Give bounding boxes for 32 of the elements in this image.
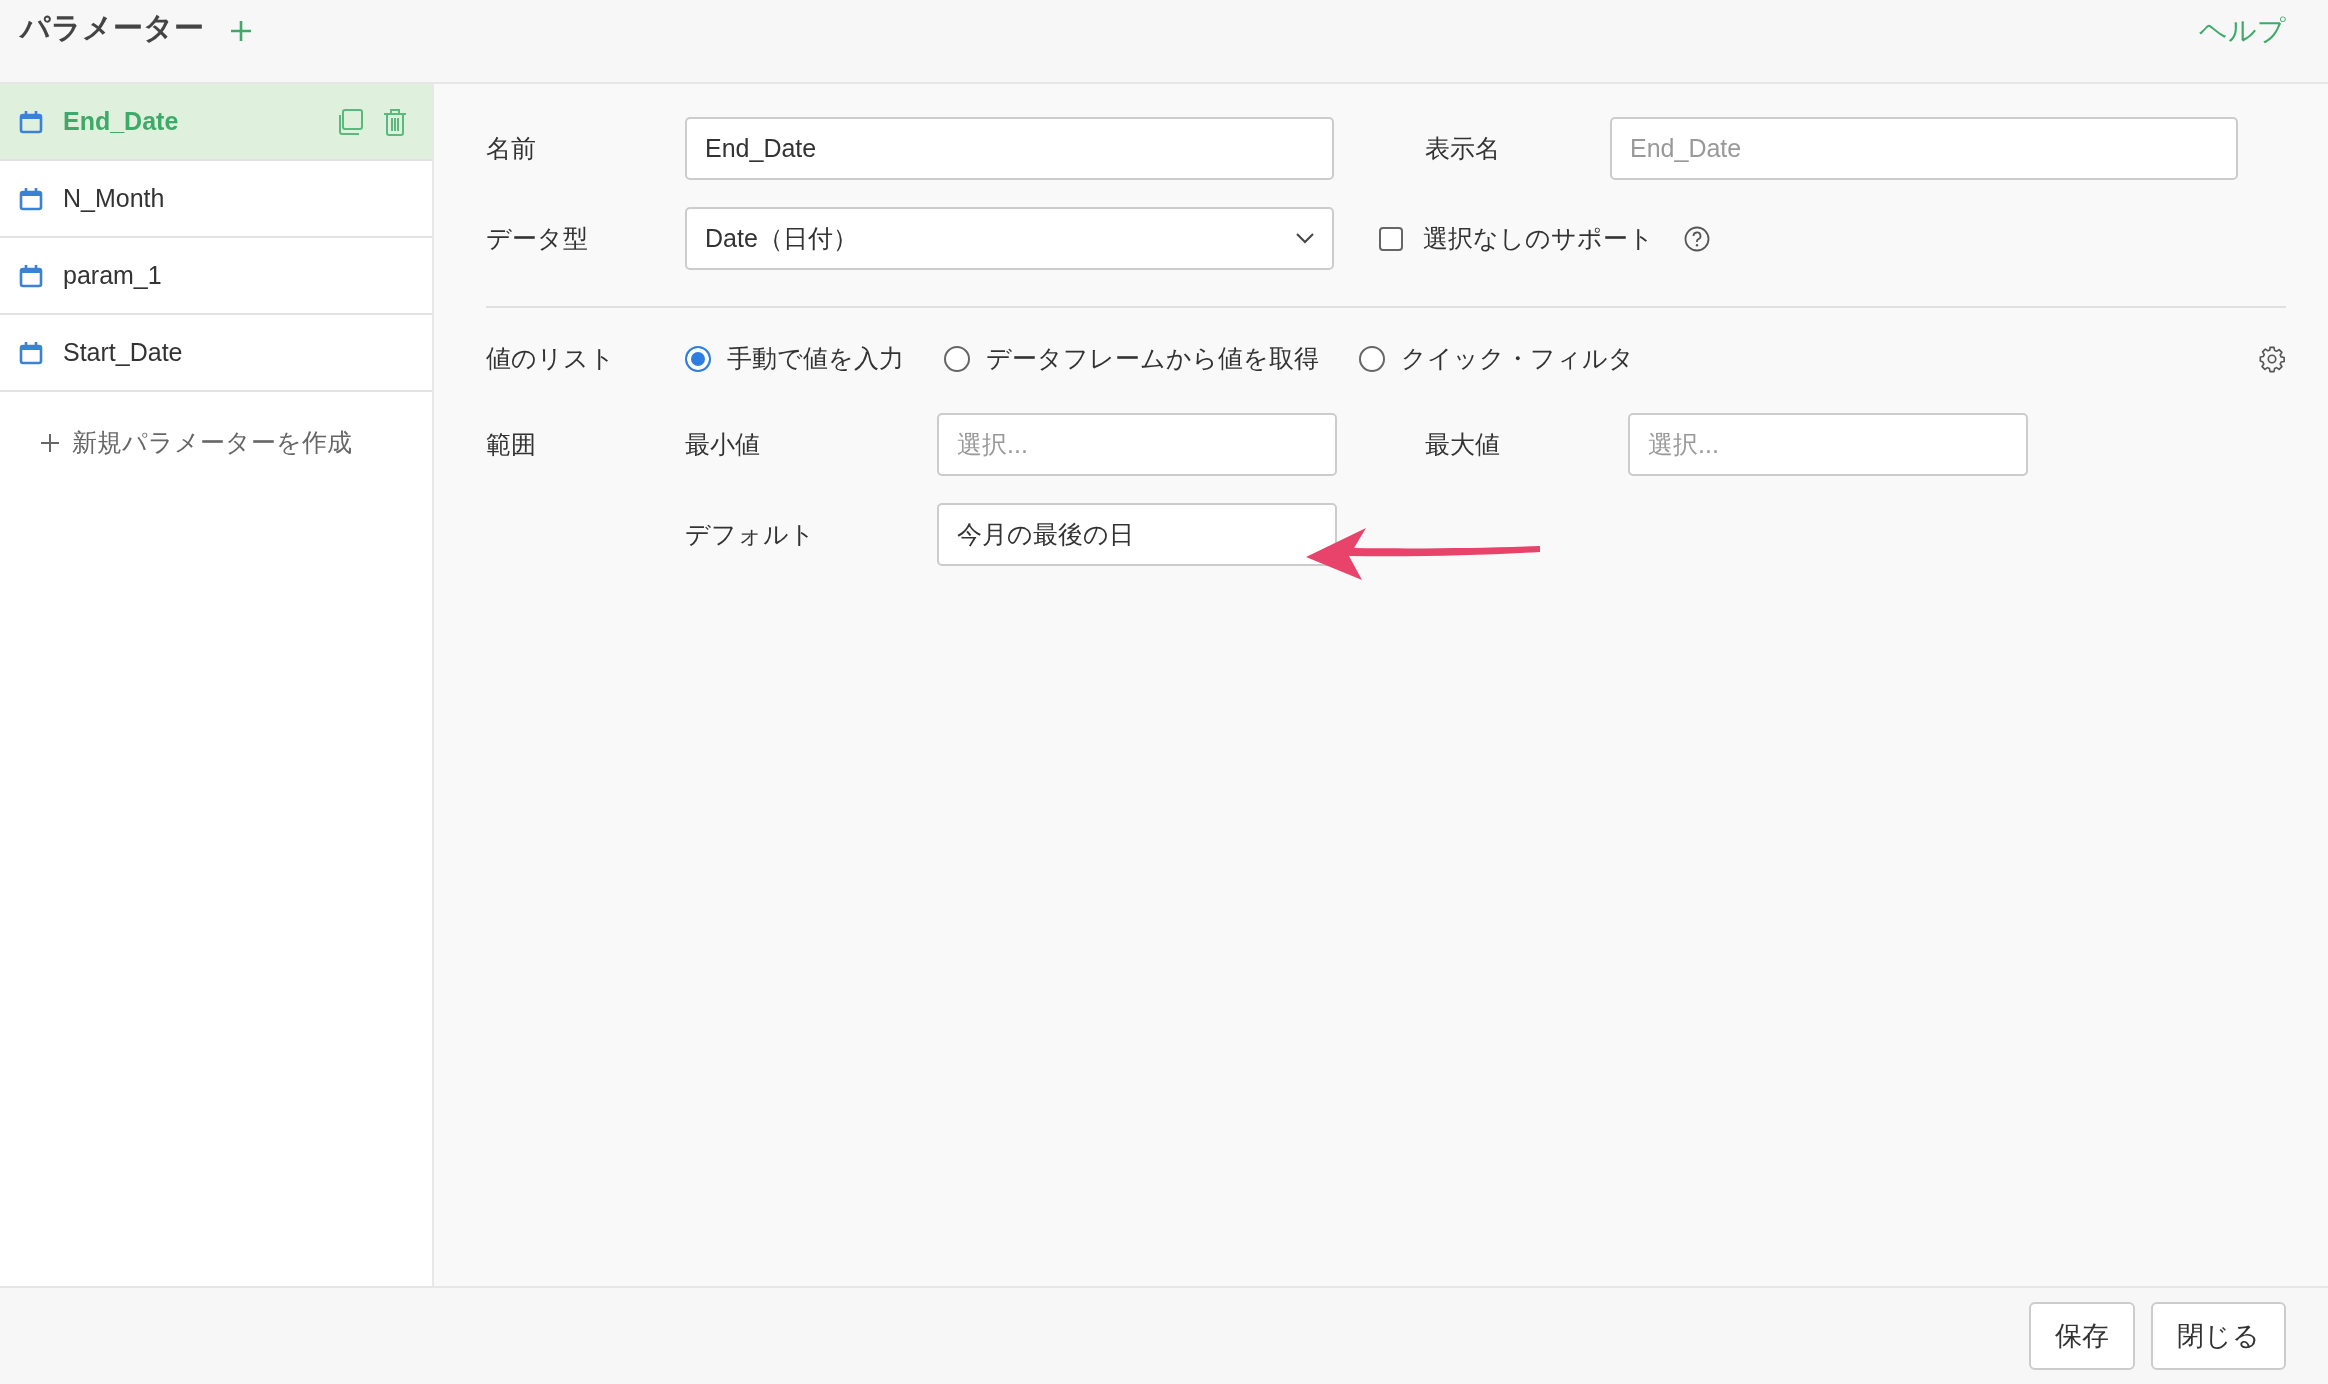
footer-button[interactable]: 閉じる	[2151, 1302, 2286, 1370]
field-label: 名前	[486, 133, 537, 164]
help-icon[interactable]	[1684, 225, 1710, 252]
footer-button[interactable]: 保存	[2029, 1302, 2135, 1370]
calendar-icon	[19, 186, 43, 211]
name-field[interactable]: End_Date	[685, 117, 1334, 180]
field-label: 最大値	[1425, 429, 1501, 460]
page-title: パラメーター	[20, 10, 204, 46]
radio-option[interactable]: データフレームから値を取得	[944, 342, 1319, 375]
field-label: データ型	[486, 223, 589, 254]
field-label: 表示名	[1425, 133, 1501, 164]
display-name-field[interactable]: End_Date	[1610, 117, 2238, 180]
create-parameter-link[interactable]: 新規パラメーターを作成	[0, 392, 432, 459]
add-icon[interactable]	[230, 20, 252, 42]
chevron-down-icon	[1296, 233, 1314, 244]
plus-icon	[40, 432, 60, 453]
default-value-field[interactable]: 今月の最後の日	[937, 503, 1337, 566]
calendar-icon	[19, 109, 43, 134]
field-label: 最小値	[685, 429, 761, 460]
checkbox[interactable]	[1379, 226, 1403, 251]
field-label: 値のリスト	[486, 343, 616, 374]
radio-option[interactable]: クイック・フィルタ	[1359, 342, 1634, 375]
calendar-icon	[19, 263, 43, 288]
checkbox-label: 選択なしのサポート	[1423, 223, 1654, 254]
field-label: 範囲	[486, 429, 537, 460]
min-value-field[interactable]: 選択...	[937, 413, 1337, 476]
settings-icon[interactable]	[2258, 344, 2286, 373]
calendar-icon	[19, 340, 43, 365]
data-type-dropdown[interactable]: Date（日付）	[685, 207, 1334, 270]
field-label: デフォルト	[685, 519, 816, 550]
max-value-field[interactable]: 選択...	[1628, 413, 2028, 476]
radio-option[interactable]: 手動で値を入力	[685, 342, 904, 375]
